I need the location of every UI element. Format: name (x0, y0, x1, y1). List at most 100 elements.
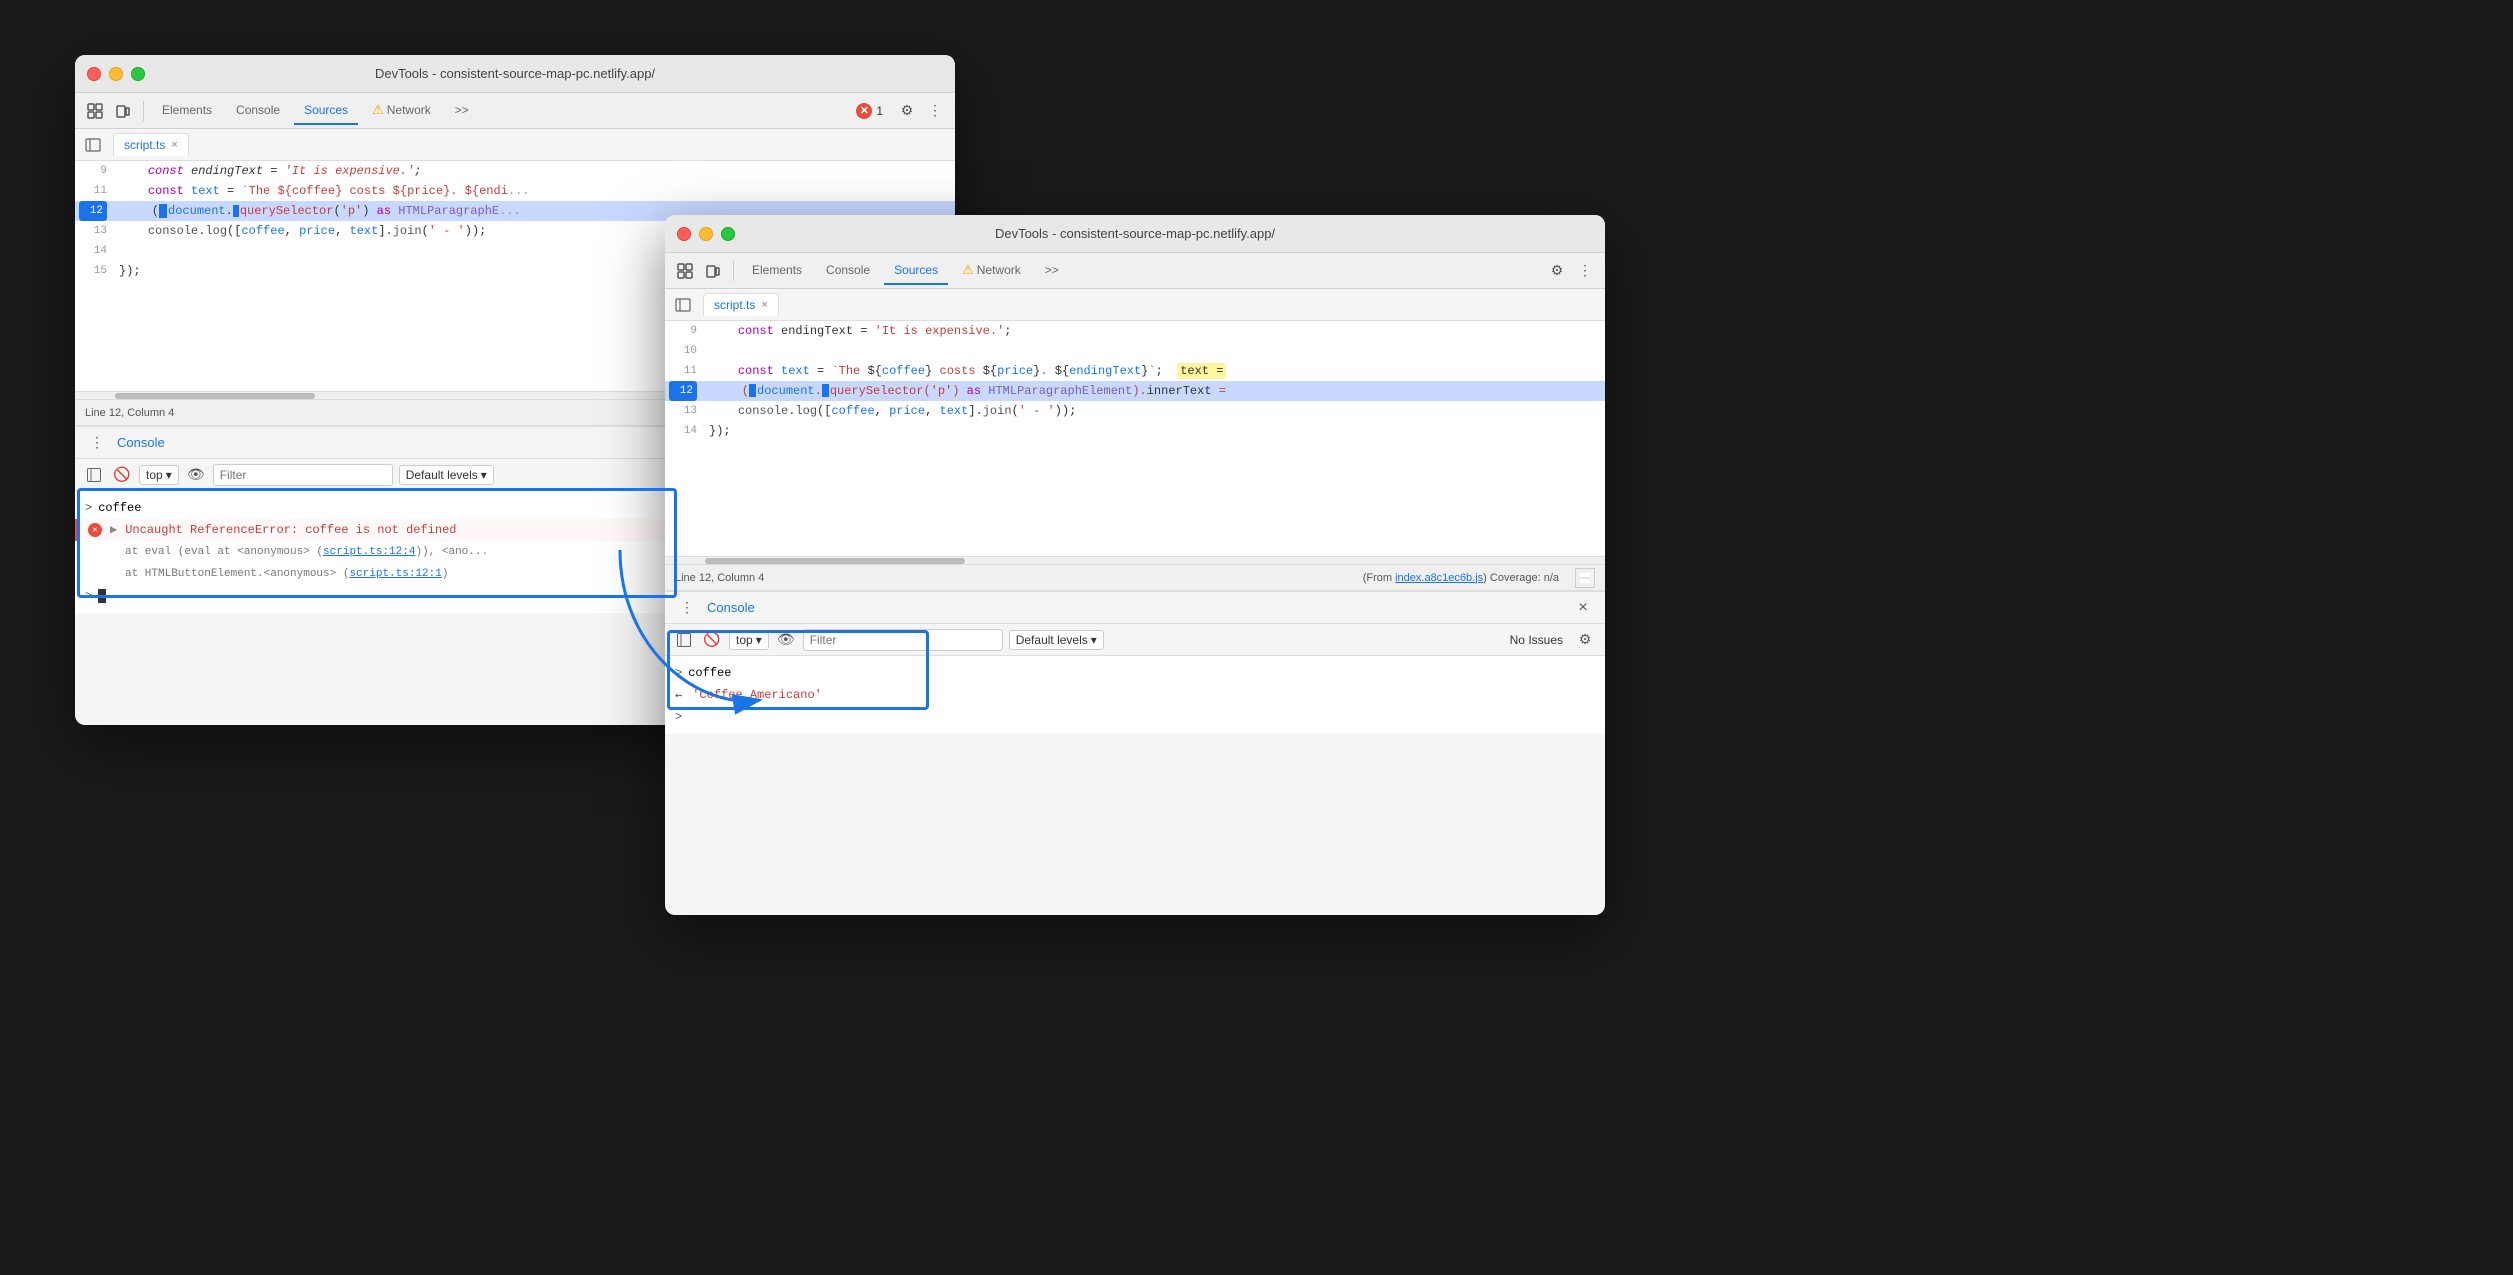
window-title-1: DevTools - consistent-source-map-pc.netl… (375, 66, 655, 81)
coffee-result-2: 'Coffee Americano' (692, 686, 822, 704)
close-button-2[interactable] (677, 227, 691, 241)
minimize-button-2[interactable] (699, 227, 713, 241)
clear-console-btn-1[interactable]: 🚫 (111, 464, 133, 486)
stack-link-1-1[interactable]: script.ts:12:4 (323, 546, 415, 558)
file-tab-script-ts-1[interactable]: script.ts × (113, 133, 189, 156)
toolbar-separator-2 (733, 261, 734, 281)
code-line-13-2: 13 console.log([coffee, price, text].joi… (665, 401, 1605, 421)
coverage-icon-2[interactable] (1575, 568, 1595, 588)
console-menu-2[interactable]: ⋮ (675, 596, 699, 620)
sidebar-toggle-console-2[interactable] (673, 629, 695, 651)
eye-icon-1[interactable]: 👁 (185, 464, 207, 486)
console-cursor-1 (98, 589, 106, 603)
maximize-button-1[interactable] (131, 67, 145, 81)
device-toolbar-icon[interactable] (111, 99, 135, 123)
cursor-position-1: Line 12, Column 4 (85, 407, 174, 419)
settings-console-icon-2[interactable]: ⚙ (1573, 628, 1597, 652)
code-line-14-2: 14 }); (665, 421, 1605, 441)
error-badge-1: ✕ 1 (848, 101, 891, 121)
file-tabs-2: script.ts × (665, 289, 1605, 321)
tab-sources-2[interactable]: Sources (884, 257, 948, 285)
minimize-button-1[interactable] (109, 67, 123, 81)
tab-network-1[interactable]: ⚠ Network (362, 96, 441, 126)
chevron-down-levels-icon-2: ▾ (1091, 633, 1097, 647)
context-dropdown-2[interactable]: top ▾ (729, 630, 769, 650)
console-entries-group-2: > coffee ← 'Coffee Americano' (665, 662, 1605, 706)
console-toolbar-2: 🚫 top ▾ 👁 Default levels ▾ No Issues ⚙ (665, 624, 1605, 656)
error-expand-1[interactable]: ▶ (110, 521, 117, 539)
devtools-toolbar-2: Elements Console Sources ⚠ Network >> ⚙ … (665, 253, 1605, 289)
tab-more-1[interactable]: >> (445, 97, 479, 125)
console-entry-coffee-2: > coffee (665, 662, 1605, 684)
titlebar-1: DevTools - consistent-source-map-pc.netl… (75, 55, 955, 93)
tab-more-2[interactable]: >> (1035, 257, 1069, 285)
no-issues-label-2: No Issues (1510, 633, 1563, 647)
window-title-2: DevTools - consistent-source-map-pc.netl… (995, 226, 1275, 241)
console-input-prompt-1: > (85, 589, 92, 603)
tab-network-2[interactable]: ⚠ Network (952, 256, 1031, 286)
titlebar-2: DevTools - consistent-source-map-pc.netl… (665, 215, 1605, 253)
console-input-line-2: > (665, 706, 1605, 728)
source-link-2[interactable]: index.a8c1ec6b.js (1395, 572, 1483, 584)
devtools-toolbar-1: Elements Console Sources ⚠ Network >> ✕ … (75, 93, 955, 129)
context-dropdown-1[interactable]: top ▾ (139, 465, 179, 485)
sidebar-toggle-1[interactable] (83, 135, 103, 155)
console-filter-input-2[interactable] (803, 629, 1003, 651)
cursor-position-2: Line 12, Column 4 (675, 572, 764, 584)
default-levels-dropdown-2[interactable]: Default levels ▾ (1009, 630, 1104, 650)
sidebar-toggle-2[interactable] (673, 295, 693, 315)
tab-console-2[interactable]: Console (816, 257, 880, 285)
maximize-button-2[interactable] (721, 227, 735, 241)
tab-console-1[interactable]: Console (226, 97, 290, 125)
console-prompt-2: > (675, 664, 682, 682)
warning-icon-2: ⚠ (962, 262, 974, 278)
eye-icon-2[interactable]: 👁 (775, 629, 797, 651)
code-line-10-2: 10 (665, 341, 1605, 361)
more-options-icon-1[interactable]: ⋮ (923, 99, 947, 123)
console-menu-1[interactable]: ⋮ (85, 431, 109, 455)
default-levels-dropdown-1[interactable]: Default levels ▾ (399, 465, 494, 485)
console-content-2: > coffee ← 'Coffee Americano' > (665, 656, 1605, 734)
chevron-down-icon-2: ▾ (756, 633, 762, 647)
inspect-element-icon-2[interactable] (673, 259, 697, 283)
from-text-2: (From index.a8c1ec6b.js) Coverage: n/a (1363, 572, 1559, 584)
tab-elements-2[interactable]: Elements (742, 257, 812, 285)
console-title-1: Console (117, 435, 165, 450)
traffic-lights-1 (87, 67, 145, 81)
file-tab-script-ts-2[interactable]: script.ts × (703, 293, 779, 316)
clear-console-btn-2[interactable]: 🚫 (701, 629, 723, 651)
scrollbar-2[interactable] (665, 556, 1605, 564)
coverage-text-2: Coverage: n/a (1490, 572, 1559, 584)
sidebar-toggle-console-1[interactable] (83, 464, 105, 486)
file-tab-close-1[interactable]: × (171, 139, 177, 151)
stack-link-2-1[interactable]: script.ts:12:1 (349, 568, 441, 580)
console-coffee-text-2: coffee (688, 664, 1595, 682)
console-title-2: Console (707, 600, 755, 615)
stack-line-1-1: at eval (eval at <anonymous> (script.ts:… (105, 543, 488, 561)
more-options-icon-2[interactable]: ⋮ (1573, 259, 1597, 283)
code-line-12-2: 12 (document.querySelector('p') as HTMLP… (665, 381, 1605, 401)
console-close-icon-2[interactable]: × (1571, 596, 1595, 620)
toolbar-separator (143, 101, 144, 121)
settings-icon-1[interactable]: ⚙ (895, 99, 919, 123)
default-levels-label-2: Default levels (1016, 633, 1088, 647)
file-tab-close-2[interactable]: × (761, 299, 767, 311)
code-line-11-1: 11 const text = `The ${coffee} costs ${p… (75, 181, 955, 201)
console-filter-input-1[interactable] (213, 464, 393, 486)
code-area-2: 9 const endingText = 'It is expensive.';… (665, 321, 1605, 556)
close-button-1[interactable] (87, 67, 101, 81)
tab-sources-1[interactable]: Sources (294, 97, 358, 125)
status-bar-2: Line 12, Column 4 (From index.a8c1ec6b.j… (665, 564, 1605, 590)
device-toolbar-icon-2[interactable] (701, 259, 725, 283)
file-tab-name-2: script.ts (714, 298, 755, 312)
chevron-down-icon-1: ▾ (166, 468, 172, 482)
tab-elements-1[interactable]: Elements (152, 97, 222, 125)
chevron-down-levels-icon-1: ▾ (481, 468, 487, 482)
default-levels-label-1: Default levels (406, 468, 478, 482)
console-prompt-1: > (85, 499, 92, 517)
code-line-9-1: 9 const endingText = 'It is expensive.'; (75, 161, 955, 181)
settings-icon-2[interactable]: ⚙ (1545, 259, 1569, 283)
result-arrow-icon-2: ← (675, 686, 682, 704)
error-icon-1: ✕ (88, 523, 102, 537)
inspect-element-icon[interactable] (83, 99, 107, 123)
